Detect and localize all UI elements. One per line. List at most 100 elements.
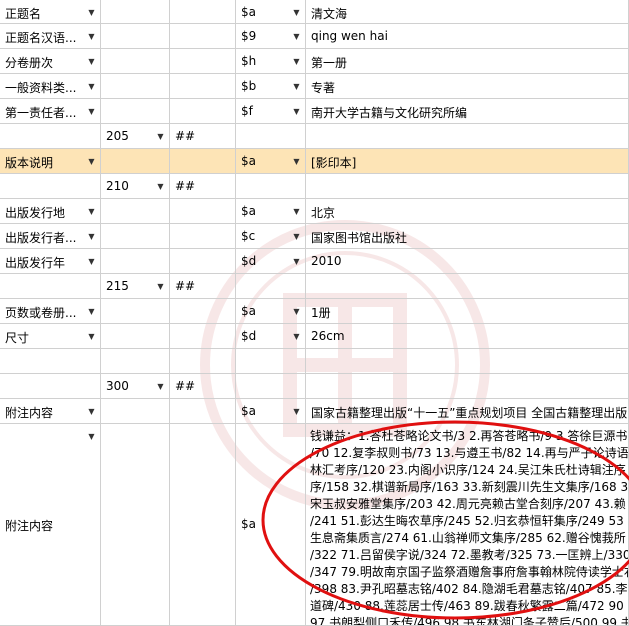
value-cell[interactable] — [306, 349, 629, 374]
subfield-cell[interactable]: $b ▼ — [236, 74, 306, 99]
field-name-cell[interactable] — [0, 274, 101, 299]
field-name-cell[interactable]: 版本说明 ▼ — [0, 149, 101, 174]
tag-cell[interactable] — [101, 299, 170, 324]
tag-cell[interactable] — [101, 349, 170, 374]
subfield-cell[interactable]: $a — [236, 424, 306, 626]
dropdown-arrow-icon[interactable]: ▼ — [288, 399, 305, 423]
value-cell[interactable] — [306, 374, 629, 399]
value-cell[interactable] — [306, 124, 629, 149]
tag-cell[interactable]: 210 ▼ — [101, 174, 170, 199]
dropdown-arrow-icon[interactable]: ▼ — [288, 74, 305, 98]
field-name-cell[interactable]: 正题名 ▼ — [0, 0, 101, 24]
subfield-cell[interactable]: $f ▼ — [236, 99, 306, 124]
dropdown-arrow-icon[interactable]: ▼ — [83, 424, 100, 448]
indicator-cell[interactable]: ## — [170, 124, 236, 149]
dropdown-arrow-icon[interactable]: ▼ — [288, 0, 305, 23]
subfield-cell[interactable] — [236, 374, 306, 399]
indicator-cell[interactable] — [170, 49, 236, 74]
indicator-cell[interactable]: ## — [170, 374, 236, 399]
dropdown-arrow-icon[interactable]: ▼ — [83, 49, 100, 73]
dropdown-arrow-icon[interactable]: ▼ — [83, 299, 100, 323]
tag-cell[interactable] — [101, 424, 170, 626]
value-cell[interactable]: 北京 — [306, 199, 629, 224]
field-name-cell[interactable]: 第一责任者... ▼ — [0, 99, 101, 124]
dropdown-arrow-icon[interactable]: ▼ — [83, 74, 100, 98]
dropdown-arrow-icon[interactable]: ▼ — [83, 249, 100, 273]
subfield-cell[interactable]: $h ▼ — [236, 49, 306, 74]
tag-cell[interactable] — [101, 149, 170, 174]
indicator-cell[interactable] — [170, 424, 236, 626]
field-name-cell[interactable] — [0, 124, 101, 149]
tag-cell[interactable] — [101, 324, 170, 349]
dropdown-arrow-icon[interactable]: ▼ — [288, 49, 305, 73]
field-name-cell[interactable] — [0, 174, 101, 199]
indicator-cell[interactable]: ## — [170, 174, 236, 199]
dropdown-arrow-icon[interactable]: ▼ — [288, 99, 305, 123]
value-cell[interactable]: 26cm — [306, 324, 629, 349]
field-name-cell[interactable]: 一般资料类... ▼ — [0, 74, 101, 99]
dropdown-arrow-icon[interactable]: ▼ — [83, 199, 100, 223]
field-name-cell[interactable]: 附注内容 ▼ — [0, 424, 101, 626]
subfield-cell[interactable]: $a ▼ — [236, 0, 306, 24]
field-name-cell[interactable]: 分卷册次 ▼ — [0, 49, 101, 74]
field-name-cell[interactable]: 附注内容 ▼ — [0, 399, 101, 424]
dropdown-arrow-icon[interactable]: ▼ — [288, 224, 305, 248]
value-cell[interactable] — [306, 274, 629, 299]
indicator-cell[interactable] — [170, 24, 236, 49]
value-cell[interactable]: 2010 — [306, 249, 629, 274]
indicator-cell[interactable] — [170, 249, 236, 274]
tag-cell[interactable]: 205 ▼ — [101, 124, 170, 149]
tag-cell[interactable] — [101, 249, 170, 274]
subfield-cell[interactable]: $a ▼ — [236, 399, 306, 424]
dropdown-arrow-icon[interactable]: ▼ — [288, 324, 305, 348]
tag-cell[interactable]: 300 ▼ — [101, 374, 170, 399]
subfield-cell[interactable] — [236, 124, 306, 149]
dropdown-arrow-icon[interactable]: ▼ — [83, 324, 100, 348]
dropdown-arrow-icon[interactable]: ▼ — [288, 249, 305, 273]
dropdown-arrow-icon[interactable]: ▼ — [288, 199, 305, 223]
subfield-cell[interactable] — [236, 274, 306, 299]
field-name-cell[interactable] — [0, 349, 101, 374]
tag-cell[interactable] — [101, 99, 170, 124]
field-name-cell[interactable]: 正题名汉语... ▼ — [0, 24, 101, 49]
tag-cell[interactable]: 215 ▼ — [101, 274, 170, 299]
tag-cell[interactable] — [101, 224, 170, 249]
subfield-cell[interactable]: $d ▼ — [236, 249, 306, 274]
dropdown-arrow-icon[interactable]: ▼ — [83, 224, 100, 248]
value-cell[interactable] — [306, 174, 629, 199]
indicator-cell[interactable] — [170, 224, 236, 249]
subfield-cell[interactable] — [236, 174, 306, 199]
dropdown-arrow-icon[interactable]: ▼ — [83, 149, 100, 173]
indicator-cell[interactable] — [170, 349, 236, 374]
value-cell[interactable]: [影印本] — [306, 149, 629, 174]
subfield-cell[interactable] — [236, 349, 306, 374]
indicator-cell[interactable] — [170, 399, 236, 424]
dropdown-arrow-icon[interactable]: ▼ — [288, 24, 305, 48]
indicator-cell[interactable] — [170, 199, 236, 224]
dropdown-arrow-icon[interactable]: ▼ — [152, 274, 169, 298]
tag-cell[interactable] — [101, 0, 170, 24]
value-cell[interactable]: 国家古籍整理出版“十一五”重点规划项目 全国古籍整理出版 — [306, 399, 629, 424]
dropdown-arrow-icon[interactable]: ▼ — [83, 399, 100, 423]
field-name-cell[interactable] — [0, 374, 101, 399]
subfield-cell[interactable]: $9 ▼ — [236, 24, 306, 49]
field-name-cell[interactable]: 页数或卷册... ▼ — [0, 299, 101, 324]
value-cell[interactable]: 第一册 — [306, 49, 629, 74]
tag-cell[interactable] — [101, 199, 170, 224]
subfield-cell[interactable]: $d ▼ — [236, 324, 306, 349]
value-cell[interactable]: 1册 — [306, 299, 629, 324]
dropdown-arrow-icon[interactable]: ▼ — [288, 149, 305, 173]
indicator-cell[interactable] — [170, 99, 236, 124]
tag-cell[interactable] — [101, 24, 170, 49]
subfield-cell[interactable]: $a ▼ — [236, 199, 306, 224]
value-cell[interactable]: 清文海 — [306, 0, 629, 24]
dropdown-arrow-icon[interactable]: ▼ — [83, 24, 100, 48]
tag-cell[interactable] — [101, 49, 170, 74]
dropdown-arrow-icon[interactable]: ▼ — [152, 174, 169, 198]
value-cell[interactable]: qing wen hai — [306, 24, 629, 49]
subfield-cell[interactable]: $a ▼ — [236, 149, 306, 174]
value-cell[interactable]: 国家图书馆出版社 — [306, 224, 629, 249]
dropdown-arrow-icon[interactable]: ▼ — [152, 374, 169, 398]
indicator-cell[interactable]: ## — [170, 274, 236, 299]
indicator-cell[interactable] — [170, 324, 236, 349]
